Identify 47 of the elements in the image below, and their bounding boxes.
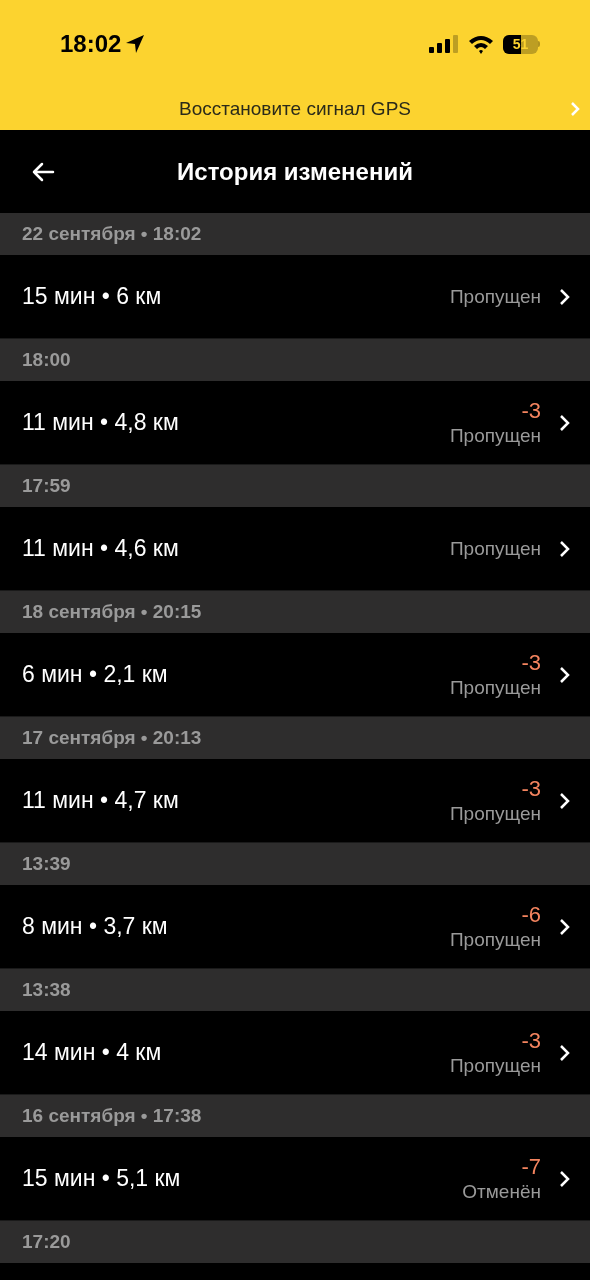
chevron-right-icon (570, 101, 580, 117)
score-change: -3 (521, 649, 541, 676)
section-header: 18 сентября • 20:15 (0, 591, 590, 633)
trip-info: 15 мин • 6 км (22, 282, 163, 312)
trip-info: 14 мин • 4 км (22, 1038, 163, 1068)
trip-info: 6 мин • 2,1 км (22, 660, 169, 690)
section-header: 16 сентября • 17:38 (0, 1095, 590, 1137)
signal-icon (429, 35, 459, 53)
chevron-right-icon (559, 539, 570, 558)
screen-title: История изменений (177, 156, 413, 187)
chevron-right-icon (559, 1169, 570, 1188)
order-status: Пропущен (449, 284, 541, 309)
order-status: Пропущен (449, 927, 541, 952)
trip-info: 8 мин • 3,7 км (22, 912, 169, 942)
trip-info: 11 мин • 4,6 км (22, 534, 180, 564)
section-header: 17 сентября • 20:13 (0, 717, 590, 759)
status-time: 18:02 (60, 29, 122, 59)
score-change: -3 (521, 397, 541, 424)
chevron-right-icon (559, 1043, 570, 1062)
section-header: 22 сентября • 18:02 (0, 213, 590, 255)
score-change: -7 (521, 1153, 541, 1180)
wifi-icon (468, 34, 494, 54)
score-change: -6 (521, 901, 541, 928)
chevron-right-icon (559, 287, 570, 306)
trip-info: 11 мин • 4,7 км (22, 786, 180, 816)
order-status: Пропущен (449, 423, 541, 448)
order-status: Пропущен (449, 1053, 541, 1078)
score-change: -3 (521, 1027, 541, 1054)
chevron-right-icon (559, 917, 570, 936)
order-status: Пропущен (449, 675, 541, 700)
trip-info: 15 мин • 5,1 км (22, 1164, 182, 1194)
section-header: 13:38 (0, 969, 590, 1011)
score-change: -3 (521, 775, 541, 802)
back-arrow-icon (31, 161, 55, 182)
gps-banner[interactable]: Восстановите сигнал GPS (0, 88, 590, 130)
section-header: 18:00 (0, 339, 590, 381)
location-arrow-icon (125, 34, 146, 54)
order-status: Пропущен (449, 536, 541, 561)
section-header: 17:59 (0, 465, 590, 507)
section-header: 13:39 (0, 843, 590, 885)
chevron-right-icon (559, 791, 570, 810)
section-header: 17:20 (0, 1221, 590, 1263)
trip-info: 11 мин • 4,8 км (22, 408, 180, 438)
chevron-right-icon (559, 665, 570, 684)
order-status: Пропущен (449, 801, 541, 826)
chevron-right-icon (559, 413, 570, 432)
order-status: Отменён (462, 1179, 541, 1204)
